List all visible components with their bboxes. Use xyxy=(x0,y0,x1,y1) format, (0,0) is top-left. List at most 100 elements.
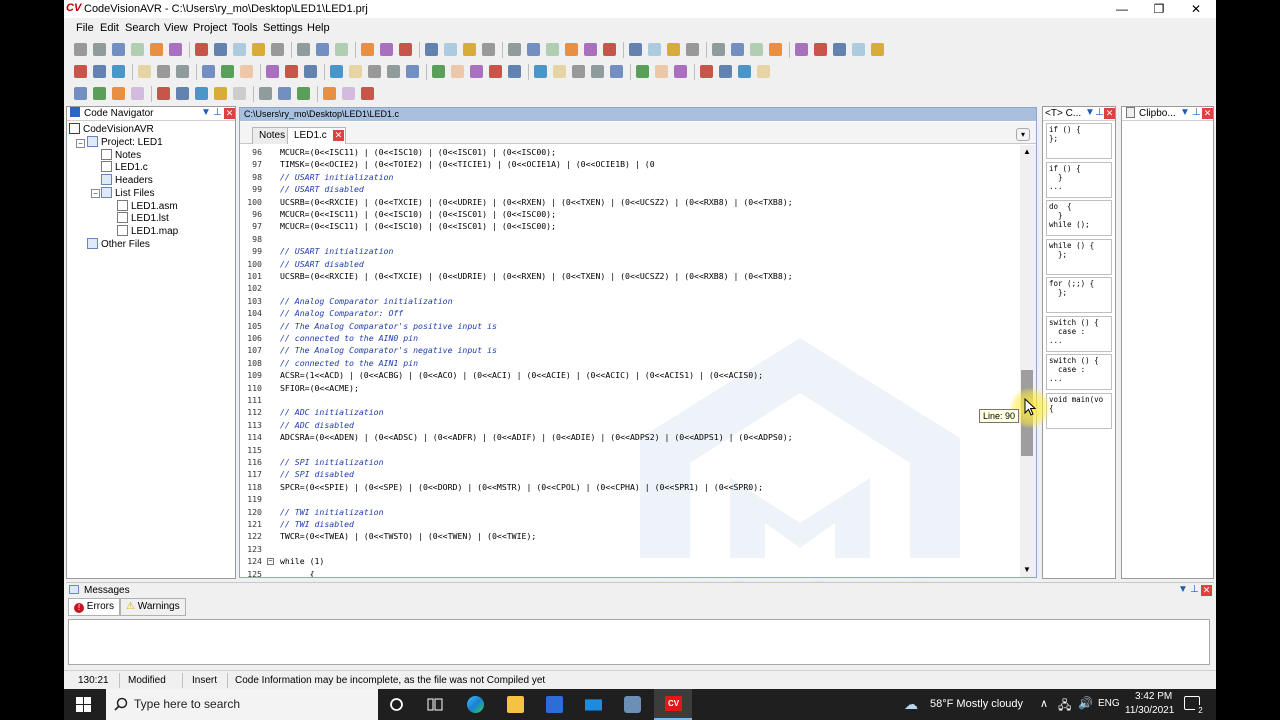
store-icon[interactable] xyxy=(546,696,563,713)
toolbar-tool-icon[interactable] xyxy=(527,43,540,56)
toolbar-tool-icon[interactable] xyxy=(399,43,412,56)
toolbar-tool-icon[interactable] xyxy=(648,43,661,56)
toolbar-tool-icon[interactable] xyxy=(131,87,144,100)
toolbar-tool-icon[interactable] xyxy=(297,43,310,56)
code-line[interactable]: 100 // USART disabled xyxy=(240,259,1022,271)
menu-settings[interactable]: Settings xyxy=(263,22,303,34)
toolbar-tool-icon[interactable] xyxy=(565,43,578,56)
toolbar-tool-icon[interactable] xyxy=(304,65,317,78)
toolbar-tool-icon[interactable] xyxy=(285,65,298,78)
tree-led1-lst[interactable]: LED1.lst xyxy=(117,212,169,224)
toolbar-tool-icon[interactable] xyxy=(591,65,604,78)
code-area[interactable]: 96 MCUCR=(0<<ISC11) | (0<<ISC10) | (0<<IS… xyxy=(240,145,1022,577)
toolbar-tool-icon[interactable] xyxy=(700,65,713,78)
code-line[interactable]: 99 // USART initialization xyxy=(240,246,1022,258)
toolbar-tool-icon[interactable] xyxy=(266,65,279,78)
toolbar-tool-icon[interactable] xyxy=(131,43,144,56)
toolbar-tool-icon[interactable] xyxy=(757,65,770,78)
toolbar-tool-icon[interactable] xyxy=(795,43,808,56)
input-language[interactable]: ENG xyxy=(1098,698,1120,709)
toolbar-tool-icon[interactable] xyxy=(738,65,751,78)
toolbar-tool-icon[interactable] xyxy=(769,43,782,56)
menu-project[interactable]: Project xyxy=(193,22,227,34)
toolbar-tool-icon[interactable] xyxy=(553,65,566,78)
windows-start-icon[interactable] xyxy=(76,697,91,712)
toolbar-tool-icon[interactable] xyxy=(387,65,400,78)
toolbar-tool-icon[interactable] xyxy=(349,65,362,78)
code-template-item[interactable]: void main(vo { xyxy=(1046,392,1112,429)
toolbar-tool-icon[interactable] xyxy=(214,87,227,100)
toolbar-tool-icon[interactable] xyxy=(271,43,284,56)
tree-headers[interactable]: Headers xyxy=(101,174,153,186)
code-line[interactable]: 105 // The Analog Comparator's positive i… xyxy=(240,321,1022,333)
tab-list-icon[interactable]: ▾ xyxy=(1016,128,1030,141)
edge-icon[interactable] xyxy=(467,696,484,713)
toolbar-tool-icon[interactable] xyxy=(368,65,381,78)
scroll-up-icon[interactable]: ▲ xyxy=(1023,147,1031,156)
toolbar-tool-icon[interactable] xyxy=(712,43,725,56)
tree-led1-map[interactable]: LED1.map xyxy=(117,225,178,237)
tree-project[interactable]: Project: LED1 xyxy=(87,136,163,148)
code-line[interactable]: 118 SPCR=(0<<SPIE) | (0<<SPE) | (0<<DORD)… xyxy=(240,482,1022,494)
toolbar-tool-icon[interactable] xyxy=(252,43,265,56)
code-line[interactable]: 125 { xyxy=(240,569,1022,577)
code-line[interactable]: 114 ADCSRA=(0<<ADEN) | (0<<ADSC) | (0<<AD… xyxy=(240,432,1022,444)
code-line[interactable]: 106 // connected to the AIN0 pin xyxy=(240,333,1022,345)
toolbar-tool-icon[interactable] xyxy=(342,87,355,100)
toolbar-tool-icon[interactable] xyxy=(74,65,87,78)
code-line[interactable]: 122 TWCR=(0<<TWEA) | (0<<TWSTO) | (0<<TWE… xyxy=(240,531,1022,543)
toolbar-tool-icon[interactable] xyxy=(195,87,208,100)
toolbar-tool-icon[interactable] xyxy=(406,65,419,78)
code-line[interactable]: 121 // TWI disabled xyxy=(240,519,1022,531)
tree-led1-asm[interactable]: LED1.asm xyxy=(117,200,178,212)
menu-file[interactable]: File xyxy=(76,22,94,34)
pin-icon[interactable]: ⊥ xyxy=(213,107,222,118)
toolbar-tool-icon[interactable] xyxy=(202,65,215,78)
toolbar-tool-icon[interactable] xyxy=(112,43,125,56)
code-template-item[interactable]: if () { }; xyxy=(1046,123,1112,159)
toolbar-tool-icon[interactable] xyxy=(93,43,106,56)
taskbar-search[interactable]: Type here to search xyxy=(106,689,378,720)
code-line[interactable]: 120 // TWI initialization xyxy=(240,507,1022,519)
close-icon[interactable]: ✕ xyxy=(1202,108,1213,119)
code-line[interactable]: 115 xyxy=(240,445,1022,457)
mail-icon[interactable] xyxy=(585,699,602,711)
toolbar-tool-icon[interactable] xyxy=(667,43,680,56)
fold-toggle-icon[interactable]: − xyxy=(267,558,274,566)
expand-project-icon[interactable]: − xyxy=(76,139,85,148)
toolbar-tool-icon[interactable] xyxy=(335,43,348,56)
toolbar-tool-icon[interactable] xyxy=(259,87,272,100)
code-line[interactable]: 100 UCSRB=(0<<RXCIE) | (0<<TXCIE) | (0<<U… xyxy=(240,197,1022,209)
scroll-down-icon[interactable]: ▼ xyxy=(1023,565,1031,574)
toolbar-tool-icon[interactable] xyxy=(150,43,163,56)
toolbar-tool-icon[interactable] xyxy=(603,43,616,56)
toolbar-tool-icon[interactable] xyxy=(451,65,464,78)
minimize-button[interactable]: — xyxy=(1104,0,1140,18)
app-icon[interactable] xyxy=(624,696,641,713)
pin-icon[interactable]: ⊥ xyxy=(1190,584,1199,595)
toolbar-tool-icon[interactable] xyxy=(323,87,336,100)
tree-notes[interactable]: Notes xyxy=(101,149,141,161)
menu-view[interactable]: View xyxy=(164,22,188,34)
toolbar-tool-icon[interactable] xyxy=(214,43,227,56)
toolbar-tool-icon[interactable] xyxy=(610,65,623,78)
panel-dropdown-icon[interactable]: ▼ xyxy=(1178,584,1188,595)
toolbar-tool-icon[interactable] xyxy=(508,65,521,78)
tab-errors[interactable]: ! Errors xyxy=(68,598,121,616)
pin-icon[interactable]: ⊥ xyxy=(1095,107,1104,118)
toolbar-tool-icon[interactable] xyxy=(221,65,234,78)
cortana-icon[interactable] xyxy=(389,697,404,712)
editor-vertical-scrollbar[interactable]: ▲ ▼ xyxy=(1020,145,1036,577)
code-line[interactable]: 97 TIMSK=(0<<OCIE2) | (0<<TOIE2) | (0<<TI… xyxy=(240,159,1022,171)
toolbar-tool-icon[interactable] xyxy=(157,87,170,100)
code-template-item[interactable]: switch () { case : ... xyxy=(1046,354,1112,390)
menu-tools[interactable]: Tools xyxy=(232,22,258,34)
toolbar-tool-icon[interactable] xyxy=(489,65,502,78)
toolbar-tool-icon[interactable] xyxy=(380,43,393,56)
task-view-icon[interactable] xyxy=(427,697,443,712)
clock-date[interactable]: 11/30/2021 xyxy=(1125,705,1174,716)
code-line[interactable]: 111 xyxy=(240,395,1022,407)
toolbar-tool-icon[interactable] xyxy=(572,65,585,78)
clock-time[interactable]: 3:42 PM xyxy=(1135,691,1172,702)
toolbar-tool-icon[interactable] xyxy=(240,65,253,78)
